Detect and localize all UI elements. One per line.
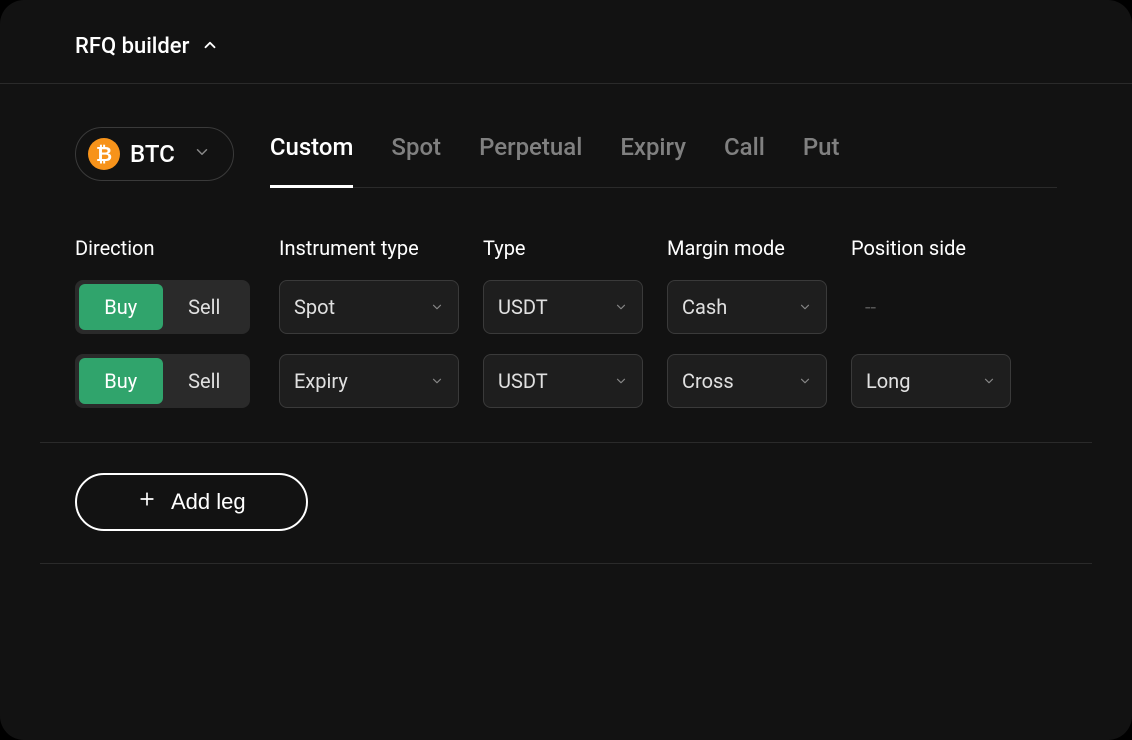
toolbar: ₿ BTC Custom Spot Perpetual Expiry Call … [0, 84, 1132, 188]
direction-toggle: Buy Sell [75, 280, 250, 334]
buy-button[interactable]: Buy [79, 358, 163, 404]
leg-row: Buy Sell Expiry USDT Cross Long [0, 334, 1132, 408]
col-position-side: Position side [851, 236, 1011, 260]
margin-mode-select[interactable]: Cross [667, 354, 827, 408]
select-value: Long [866, 369, 910, 393]
columns-header: Direction Instrument type Type Margin mo… [0, 188, 1132, 260]
chevron-down-icon [430, 295, 444, 319]
instrument-type-select[interactable]: Expiry [279, 354, 459, 408]
select-value: USDT [498, 295, 548, 319]
divider [40, 563, 1092, 564]
tab-put[interactable]: Put [803, 121, 840, 188]
chevron-down-icon [430, 369, 444, 393]
chevron-down-icon [614, 369, 628, 393]
margin-mode-select[interactable]: Cash [667, 280, 827, 334]
chevron-down-icon [982, 369, 996, 393]
direction-toggle: Buy Sell [75, 354, 250, 408]
add-leg-section: Add leg [0, 443, 1132, 563]
add-leg-button[interactable]: Add leg [75, 473, 308, 531]
instrument-type-select[interactable]: Spot [279, 280, 459, 334]
col-margin-mode: Margin mode [667, 236, 827, 260]
buy-button[interactable]: Buy [79, 284, 163, 330]
panel-title: RFQ builder [75, 34, 189, 59]
select-value: USDT [498, 369, 548, 393]
type-select[interactable]: USDT [483, 280, 643, 334]
asset-symbol: BTC [130, 140, 175, 168]
sell-button[interactable]: Sell [163, 284, 247, 330]
chevron-down-icon [614, 295, 628, 319]
select-value: Spot [294, 295, 335, 319]
rfq-builder-panel: RFQ builder ₿ BTC Custom Spot Perpetual … [0, 0, 1132, 740]
select-value: Cross [682, 369, 734, 393]
select-value: Cash [682, 295, 727, 319]
plus-icon [137, 489, 157, 515]
type-select[interactable]: USDT [483, 354, 643, 408]
tab-custom[interactable]: Custom [270, 121, 354, 188]
chevron-down-icon [798, 295, 812, 319]
position-side-empty: -- [851, 295, 1011, 319]
tab-call[interactable]: Call [724, 121, 765, 188]
asset-selector[interactable]: ₿ BTC [75, 127, 234, 181]
strategy-tabs: Custom Spot Perpetual Expiry Call Put [270, 120, 1057, 188]
chevron-down-icon [193, 143, 211, 165]
col-type: Type [483, 236, 643, 260]
add-leg-label: Add leg [171, 489, 246, 515]
tab-spot[interactable]: Spot [391, 121, 441, 188]
chevron-down-icon [798, 369, 812, 393]
panel-header[interactable]: RFQ builder [0, 0, 1132, 84]
col-direction: Direction [75, 236, 255, 260]
leg-row: Buy Sell Spot USDT Cash -- [0, 260, 1132, 334]
bitcoin-icon: ₿ [88, 138, 120, 170]
tab-perpetual[interactable]: Perpetual [479, 121, 582, 188]
position-side-select[interactable]: Long [851, 354, 1011, 408]
sell-button[interactable]: Sell [163, 358, 247, 404]
select-value: Expiry [294, 369, 348, 393]
chevron-up-icon [201, 36, 219, 58]
col-instrument-type: Instrument type [279, 236, 459, 260]
tab-expiry[interactable]: Expiry [620, 121, 686, 188]
